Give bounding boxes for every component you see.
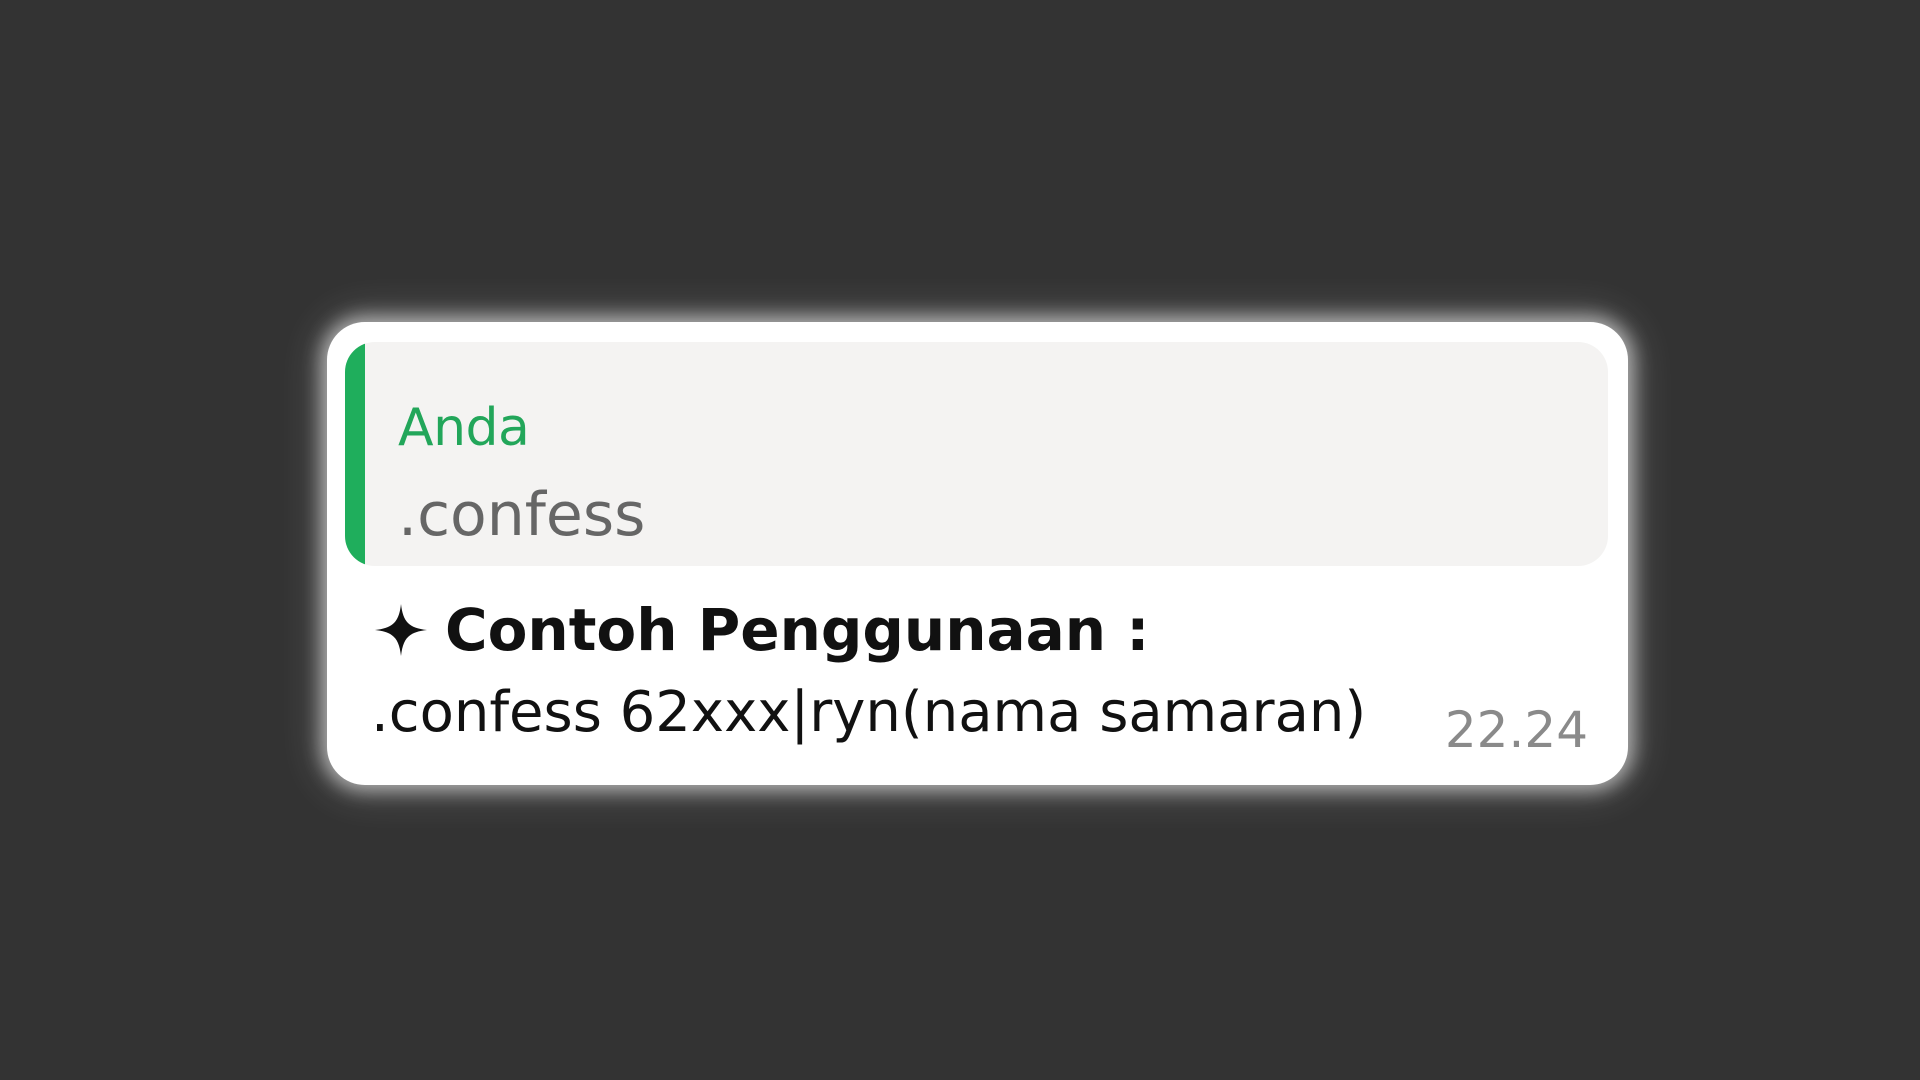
message-bubble[interactable]: Anda .confess Contoh Penggunaan : .confe…	[327, 322, 1628, 785]
quote-text: .confess	[398, 480, 646, 550]
message-timestamp: 22.24	[1444, 701, 1588, 759]
heading-text: Contoh Penggunaan :	[445, 596, 1150, 664]
quote-accent-bar	[345, 342, 365, 566]
quoted-message[interactable]: Anda .confess	[345, 342, 1608, 566]
message-heading: Contoh Penggunaan :	[373, 590, 1149, 670]
sparkle-icon	[373, 602, 429, 658]
quote-author: Anda	[398, 398, 530, 458]
message-body: .confess 62xxx|ryn(nama samaran)	[371, 680, 1367, 745]
